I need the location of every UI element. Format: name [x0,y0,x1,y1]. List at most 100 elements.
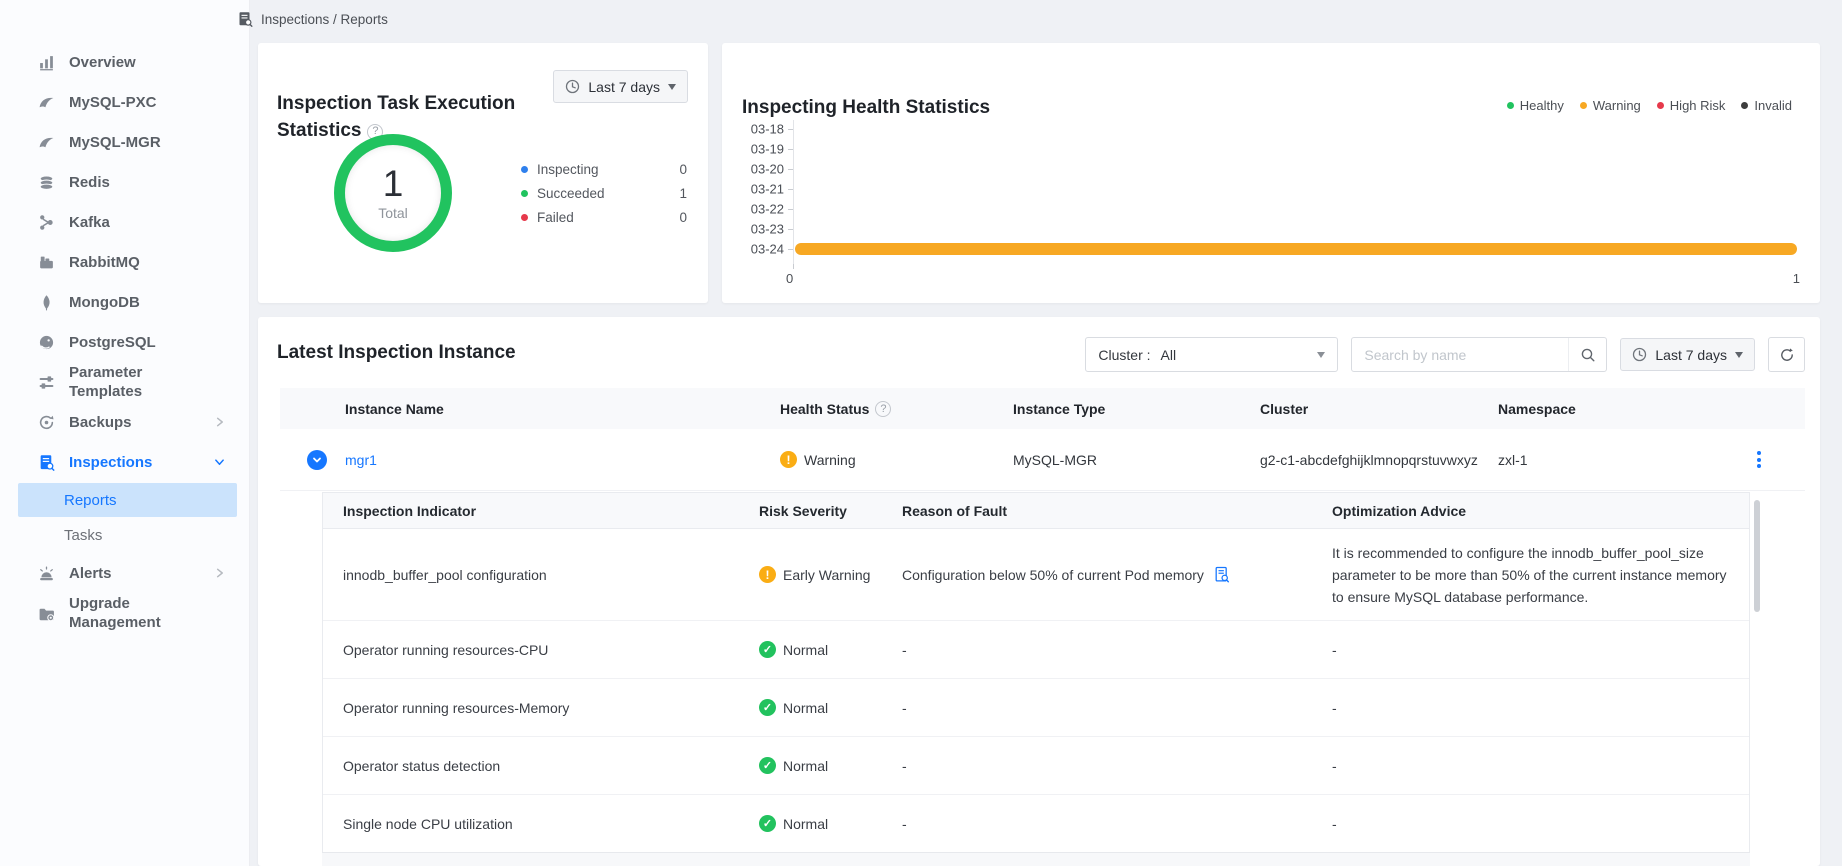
y-axis-line [793,120,794,264]
card-title: Inspecting Health Statistics [742,97,990,119]
parameter-templates-icon [38,374,55,391]
column-header: Reason of Fault [902,503,1332,519]
risk-severity-badge: Normal [759,641,902,658]
breadcrumb-text[interactable]: Inspections / Reports [261,12,388,27]
sidebar-item-mysql-mgr[interactable]: MySQL-MGR [0,122,249,162]
next-section-strip [322,852,1750,866]
sidebar-item-redis[interactable]: Redis [0,162,249,202]
legend-label: Succeeded [537,186,605,201]
inspection-doc-icon [237,11,253,27]
success-icon [759,699,776,716]
sidebar-item-parameter-templates[interactable]: Parameter Templates [0,362,249,402]
period-select[interactable]: Last 7 days [553,70,688,103]
legend-label: High Risk [1670,98,1726,113]
detail-row: innodb_buffer_pool configuration Early W… [323,529,1749,621]
sidebar-item-mongodb[interactable]: MongoDB [0,282,249,322]
legend-item: Healthy [1507,98,1564,113]
column-header: Inspection Indicator [343,503,759,519]
detail-row: Operator running resources-Memory Normal… [323,679,1749,737]
legend-label: Warning [1593,98,1641,113]
legend-item: Succeeded 1 [521,181,687,205]
y-axis-tick-label: 03-24 [734,242,784,257]
mysql-dolphin-icon [38,134,55,151]
refresh-button[interactable] [1768,337,1805,372]
column-header: Health Status [780,401,1013,417]
sidebar-item-label: RabbitMQ [69,253,140,272]
indicator-cell: Operator running resources-Memory [343,700,759,716]
postgresql-elephant-icon [38,334,55,351]
sidebar-item-inspections[interactable]: Inspections [0,442,249,482]
warning-bar[interactable] [795,243,1797,255]
detail-row: Operator running resources-CPU Normal - … [323,621,1749,679]
legend-value: 0 [679,162,687,177]
legend-label: Failed [537,210,574,225]
sidebar-item-label: Kafka [69,213,110,232]
collapse-row-button[interactable] [307,450,327,470]
legend-label: Invalid [1754,98,1792,113]
sidebar-item-label: MySQL-MGR [69,133,161,152]
sidebar-item-label: Alerts [69,564,112,583]
sidebar-item-postgresql[interactable]: PostgreSQL [0,322,249,362]
sidebar-item-mysql-pxc[interactable]: MySQL-PXC [0,82,249,122]
column-header: Namespace [1498,401,1805,417]
sidebar-item-rabbitmq[interactable]: RabbitMQ [0,242,249,282]
sidebar-item-label: Parameter Templates [69,363,205,401]
advice-cell: - [1332,700,1749,716]
refresh-icon [1779,347,1795,363]
search-input[interactable] [1352,347,1568,363]
sidebar-subitem-reports[interactable]: Reports [18,483,237,517]
legend-item: Failed 0 [521,205,687,229]
sidebar-subitem-tasks[interactable]: Tasks [18,518,237,552]
chevron-right-icon [214,417,225,428]
legend-dot [521,214,528,221]
legend-label: Healthy [1520,98,1564,113]
y-axis-tick-label: 03-18 [734,122,784,137]
search-icon [1580,347,1596,363]
instance-name-link[interactable]: mgr1 [345,452,780,468]
indicator-cell: Operator status detection [343,758,759,774]
more-actions-button[interactable] [1757,449,1761,471]
sidebar-item-label: MongoDB [69,293,140,312]
sidebar-item-label: MySQL-PXC [69,93,157,112]
sidebar-item-alerts[interactable]: Alerts [0,553,249,593]
y-axis-tick [788,149,793,150]
y-axis-tick [788,169,793,170]
success-icon [759,757,776,774]
mysql-dolphin-icon [38,94,55,111]
column-header: Optimization Advice [1332,503,1749,519]
reason-cell: - [902,700,1332,716]
upgrade-folder-icon [38,605,55,622]
warning-icon [780,451,797,468]
donut-legend: Inspecting 0 Succeeded 1 Failed 0 [521,157,687,229]
period-select[interactable]: Last 7 days [1620,338,1755,371]
donut-total-label: Total [378,205,408,221]
period-label: Last 7 days [1655,347,1727,363]
column-header: Instance Type [1013,401,1260,417]
sidebar-item-kafka[interactable]: Kafka [0,202,249,242]
donut-chart: 1 Total [334,134,452,252]
sidebar-item-backups[interactable]: Backups [0,402,249,442]
legend-item: High Risk [1657,98,1726,113]
indicator-cell: Operator running resources-CPU [343,642,759,658]
redis-stack-icon [38,174,55,191]
health-legend: Healthy Warning High Risk Invalid [1507,98,1792,113]
view-report-doc-icon[interactable] [1213,566,1230,583]
help-icon[interactable] [875,401,891,417]
latest-inspection-card: Latest Inspection Instance Cluster : All… [258,317,1820,866]
table-row: mgr1 Warning MySQL-MGR g2-c1-abcdefghijk… [280,429,1805,491]
detail-row: Operator status detection Normal - - [323,737,1749,795]
scrollbar-thumb[interactable] [1754,500,1760,612]
x-axis-tick-label: 1 [1793,271,1800,286]
sidebar-item-overview[interactable]: Overview [0,42,249,82]
clock-icon [1632,347,1647,362]
search-button[interactable] [1568,338,1606,371]
instances-table: Instance Name Health Status Instance Typ… [280,388,1805,491]
y-axis-tick-label: 03-19 [734,142,784,157]
y-axis-tick-label: 03-22 [734,202,784,217]
legend-dot [1741,102,1748,109]
cluster-filter-select[interactable]: Cluster : All [1085,337,1338,372]
legend-value: 0 [679,210,687,225]
inspection-detail-table: Inspection Indicator Risk Severity Reaso… [322,492,1750,853]
sidebar-item-upgrade-management[interactable]: Upgrade Management [0,593,249,633]
dropdown-arrow-icon [1735,352,1743,358]
